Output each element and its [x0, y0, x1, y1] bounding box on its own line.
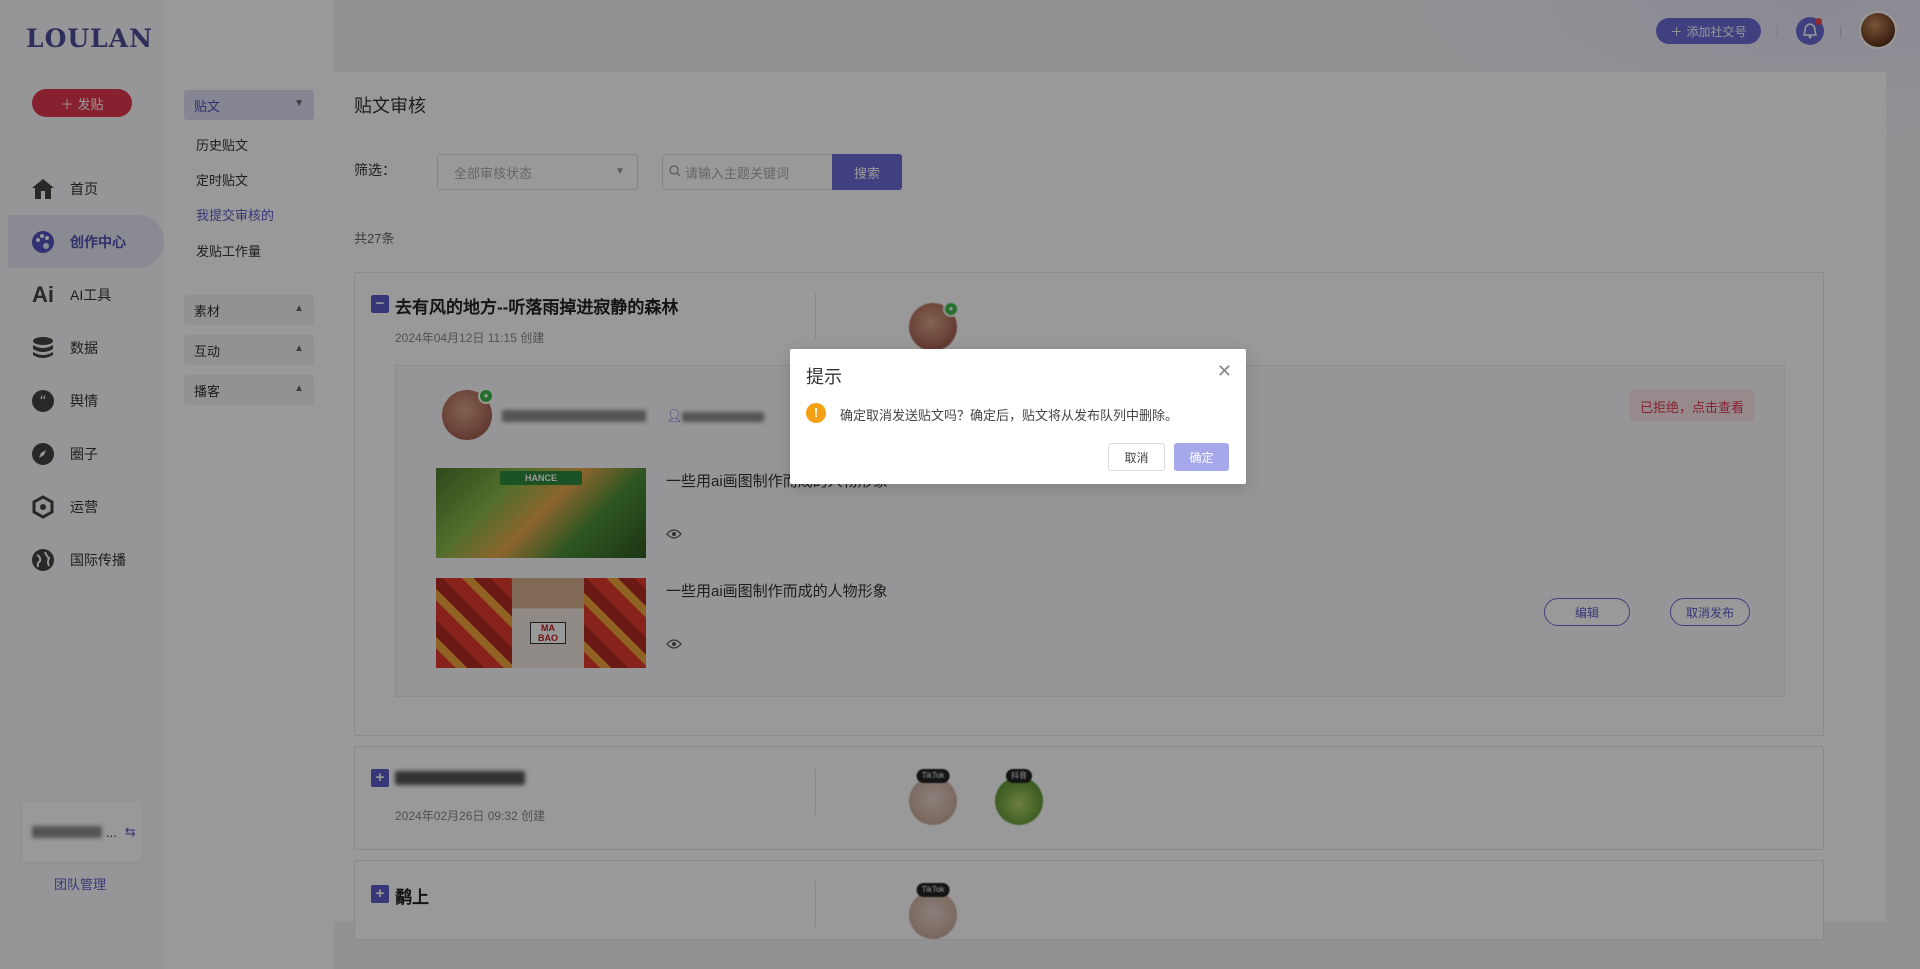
modal-overlay[interactable] [0, 0, 1920, 969]
confirm-button[interactable]: 确定 [1174, 443, 1229, 471]
cancel-button[interactable]: 取消 [1108, 443, 1165, 471]
confirm-dialog: 提示 ✕ ! 确定取消发送贴文吗？确定后，贴文将从发布队列中删除。 取消 确定 [790, 349, 1246, 484]
dialog-message: 确定取消发送贴文吗？确定后，贴文将从发布队列中删除。 [840, 408, 1179, 423]
warning-icon: ! [806, 403, 826, 423]
close-icon[interactable]: ✕ [1217, 361, 1232, 382]
dialog-title: 提示 [806, 367, 842, 387]
